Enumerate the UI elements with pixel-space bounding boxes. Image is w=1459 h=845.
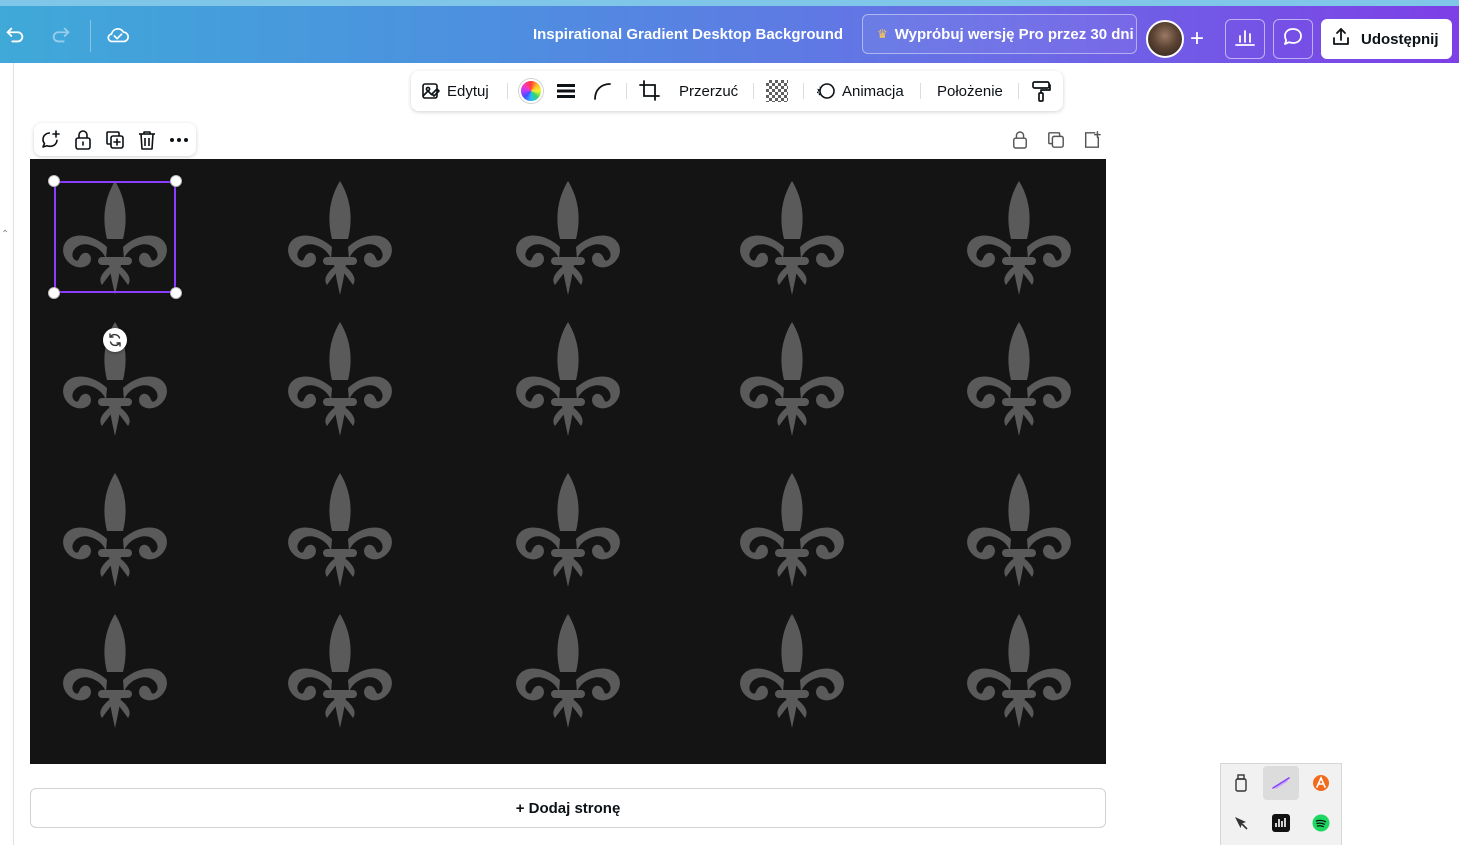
fleur-de-lis-graphic[interactable] [966, 322, 1072, 436]
animate-label: Animacja [842, 82, 904, 100]
undo-icon[interactable] [0, 20, 30, 50]
system-tray-popup [1220, 763, 1342, 845]
toolbar-divider [1018, 83, 1019, 99]
resize-handle-bottom-right[interactable] [170, 287, 182, 299]
crop-button[interactable] [639, 71, 661, 111]
toolbar-divider [753, 83, 754, 99]
toolbar-divider [626, 83, 627, 99]
resize-handle-top-left[interactable] [48, 175, 60, 187]
fleur-de-lis-graphic[interactable] [287, 322, 393, 436]
avast-icon[interactable] [1303, 766, 1339, 800]
fleur-de-lis-graphic[interactable] [62, 473, 168, 587]
fleur-de-lis-graphic[interactable] [966, 181, 1072, 295]
resize-handle-bottom-left[interactable] [48, 287, 60, 299]
comments-button[interactable] [1273, 19, 1313, 59]
fleur-de-lis-graphic[interactable] [515, 614, 621, 728]
share-button[interactable]: Udostępnij [1321, 19, 1452, 59]
fleur-de-lis-graphic[interactable] [739, 322, 845, 436]
edit-image-button[interactable]: Edytuj [421, 71, 489, 111]
lock-icon[interactable] [1009, 129, 1031, 151]
chevron-up-icon[interactable]: ⌃ [1, 229, 9, 240]
fleur-de-lis-graphic[interactable] [515, 473, 621, 587]
more-icon[interactable] [166, 127, 192, 153]
element-context-toolbar: Edytuj Przerzuć Animacja Położenie [411, 71, 1063, 111]
image-edit-icon [421, 81, 441, 101]
bar-chart-icon [1235, 28, 1255, 51]
element-actions-bar [34, 123, 196, 156]
header-divider [90, 20, 91, 52]
line-weight-button[interactable] [556, 71, 576, 111]
color-button[interactable] [519, 71, 543, 111]
position-button[interactable]: Położenie [937, 71, 1003, 111]
position-label: Położenie [937, 82, 1003, 100]
insights-button[interactable] [1225, 19, 1265, 59]
try-pro-label: Wyprόbuj wersję Pro przez 30 dni [894, 25, 1134, 43]
duplicate-icon[interactable] [102, 127, 128, 153]
paint-format-icon [1031, 80, 1051, 102]
transparency-icon [766, 80, 788, 102]
fleur-de-lis-graphic[interactable] [966, 614, 1072, 728]
spotify-icon[interactable] [1303, 806, 1339, 840]
corner-rounding-icon [593, 82, 613, 100]
fleur-de-lis-graphic[interactable] [739, 473, 845, 587]
fleur-de-lis-graphic[interactable] [515, 322, 621, 436]
fleur-de-lis-graphic[interactable] [62, 614, 168, 728]
audio-app-icon[interactable] [1263, 806, 1299, 840]
rotate-handle[interactable] [103, 328, 127, 352]
usb-drive-icon[interactable] [1223, 766, 1259, 800]
toolbar-divider [803, 83, 804, 99]
crown-icon: ♛ [877, 27, 888, 41]
add-collaborator-button[interactable]: + [1184, 22, 1210, 56]
crop-icon [639, 80, 661, 102]
flip-label: Przerzuć [679, 82, 739, 100]
fleur-de-lis-graphic[interactable] [515, 181, 621, 295]
add-page-icon[interactable] [1081, 129, 1103, 151]
document-title[interactable]: Inspirational Gradient Desktop Backgroun… [520, 26, 856, 43]
comment-icon [1283, 27, 1303, 52]
rotate-icon [108, 333, 122, 347]
comment-add-icon[interactable] [38, 127, 64, 153]
fleur-de-lis-graphic[interactable] [287, 181, 393, 295]
trash-icon[interactable] [134, 127, 160, 153]
left-side-panel: ⌃ [0, 63, 14, 845]
share-label: Udostępnij [1361, 30, 1439, 48]
toolbar-divider [507, 83, 508, 99]
top-header: Inspirational Gradient Desktop Backgroun… [0, 0, 1459, 63]
fleur-de-lis-graphic[interactable] [739, 181, 845, 295]
try-pro-button[interactable]: ♛ Wyprόbuj wersję Pro przez 30 dni [862, 14, 1137, 54]
selection-box[interactable] [54, 181, 176, 293]
copy-style-button[interactable] [1031, 71, 1051, 111]
flip-button[interactable]: Przerzuć [679, 71, 738, 111]
toolbar-divider [920, 83, 921, 99]
corner-rounding-button[interactable] [593, 71, 613, 111]
redo-icon[interactable] [46, 20, 76, 50]
fleur-de-lis-graphic[interactable] [287, 614, 393, 728]
avatar[interactable] [1146, 20, 1184, 58]
add-page-button[interactable]: + Dodaj stronę [30, 788, 1106, 828]
share-upload-icon [1331, 27, 1351, 51]
duplicate-page-icon[interactable] [1045, 129, 1067, 151]
cloud-check-icon[interactable] [103, 20, 133, 50]
animation-icon [816, 81, 836, 101]
transparency-button[interactable] [766, 71, 788, 111]
pen-app-icon[interactable] [1263, 766, 1299, 800]
cursor-app-icon[interactable] [1223, 806, 1259, 840]
resize-handle-top-right[interactable] [170, 175, 182, 187]
edit-label: Edytuj [447, 82, 489, 100]
fleur-de-lis-graphic[interactable] [739, 614, 845, 728]
fleur-de-lis-graphic[interactable] [287, 473, 393, 587]
line-weight-icon [556, 82, 576, 100]
color-wheel-icon [519, 79, 543, 103]
fleur-de-lis-graphic[interactable] [966, 473, 1072, 587]
lock-icon[interactable] [70, 127, 96, 153]
animate-button[interactable]: Animacja [816, 71, 904, 111]
